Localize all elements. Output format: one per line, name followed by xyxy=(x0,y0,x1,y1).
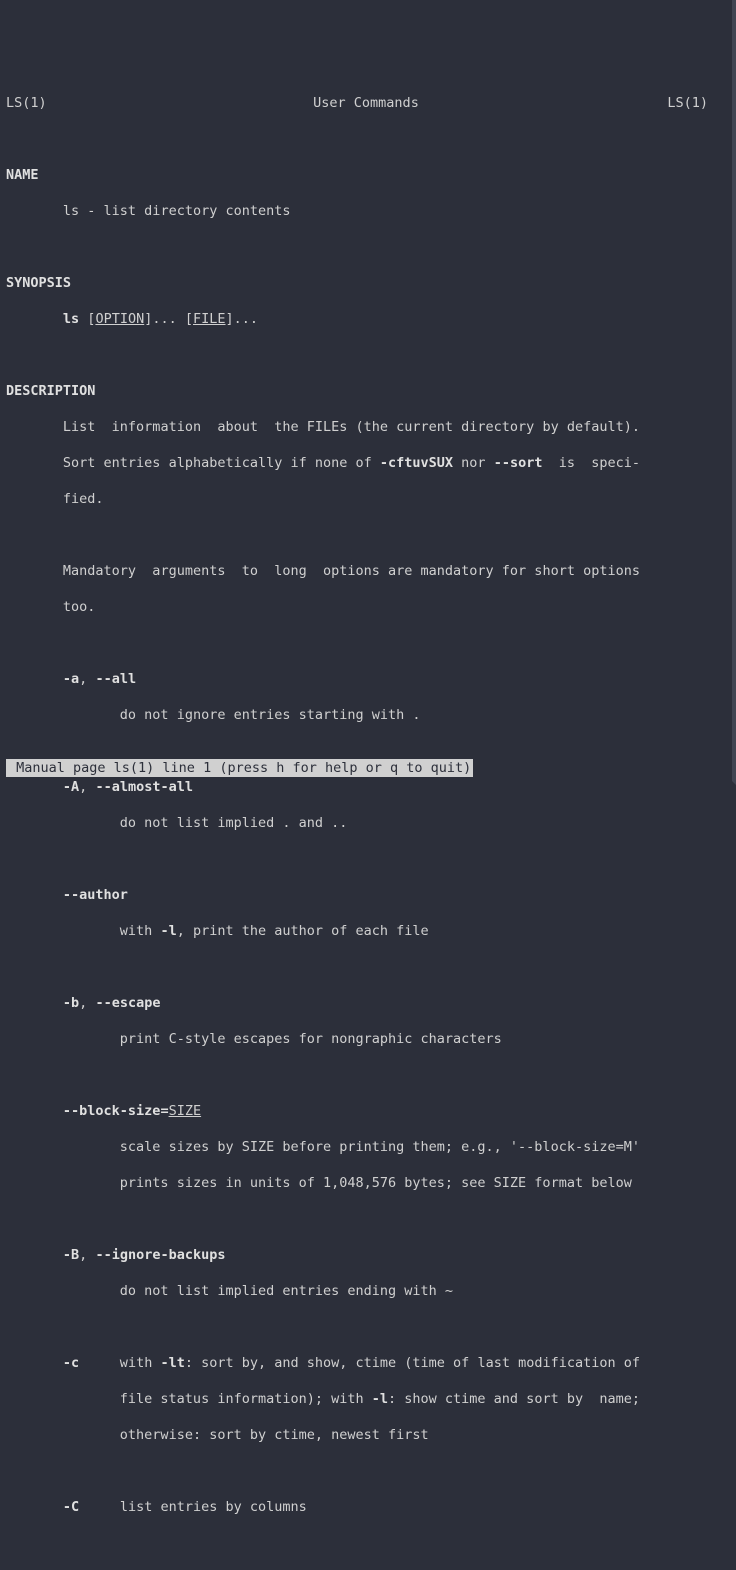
desc-p1-l2: Sort entries alphabetically if none of -… xyxy=(6,454,732,472)
opt-a: -a, --all xyxy=(6,670,732,688)
header-row: LS(1)User CommandsLS(1) xyxy=(6,94,732,112)
section-name-title: NAME xyxy=(6,166,732,184)
blank-line xyxy=(6,130,732,148)
blank-line xyxy=(6,1210,732,1228)
synopsis-body: ls [OPTION]... [FILE]... xyxy=(6,310,732,328)
desc-p2-l2: too. xyxy=(6,598,732,616)
opt-blocksize-d1: scale sizes by SIZE before printing them… xyxy=(6,1138,732,1156)
manpage-content[interactable]: LS(1)User CommandsLS(1) NAME ls - list d… xyxy=(0,72,732,1570)
blank-line xyxy=(6,1066,732,1084)
opt-c-d2: file status information); with -l: show … xyxy=(6,1390,732,1408)
opt-B: -B, --ignore-backups xyxy=(6,1246,732,1264)
section-synopsis-title: SYNOPSIS xyxy=(6,274,732,292)
opt-author-desc: with -l, print the author of each file xyxy=(6,922,732,940)
opt-B-desc: do not list implied entries ending with … xyxy=(6,1282,732,1300)
blank-line xyxy=(6,1462,732,1480)
opt-C: -C list entries by columns xyxy=(6,1498,732,1516)
opt-a-desc: do not ignore entries starting with . xyxy=(6,706,732,724)
blank-line xyxy=(6,958,732,976)
opt-A: -A, --almost-all xyxy=(6,778,732,796)
name-body: ls - list directory contents xyxy=(6,202,732,220)
opt-A-desc: do not list implied . and .. xyxy=(6,814,732,832)
header-center: User Commands xyxy=(0,94,732,112)
status-bar[interactable]: Manual page ls(1) line 1 (press h for he… xyxy=(6,759,473,777)
blank-line xyxy=(6,850,732,868)
blank-line xyxy=(6,742,732,760)
desc-p1-l3: fied. xyxy=(6,490,732,508)
blank-line xyxy=(6,238,732,256)
opt-b: -b, --escape xyxy=(6,994,732,1012)
opt-blocksize: --block-size=SIZE xyxy=(6,1102,732,1120)
opt-b-desc: print C-style escapes for nongraphic cha… xyxy=(6,1030,732,1048)
section-description-title: DESCRIPTION xyxy=(6,382,732,400)
blank-line xyxy=(6,1318,732,1336)
blank-line xyxy=(6,346,732,364)
blank-line xyxy=(6,1534,732,1552)
desc-p1-l1: List information about the FILEs (the cu… xyxy=(6,418,732,436)
opt-author: --author xyxy=(6,886,732,904)
opt-blocksize-d2: prints sizes in units of 1,048,576 bytes… xyxy=(6,1174,732,1192)
opt-c-d3: otherwise: sort by ctime, newest first xyxy=(6,1426,732,1444)
desc-p2-l1: Mandatory arguments to long options are … xyxy=(6,562,732,580)
blank-line xyxy=(6,526,732,544)
blank-line xyxy=(6,634,732,652)
opt-c: -c with -lt: sort by, and show, ctime (t… xyxy=(6,1354,732,1372)
